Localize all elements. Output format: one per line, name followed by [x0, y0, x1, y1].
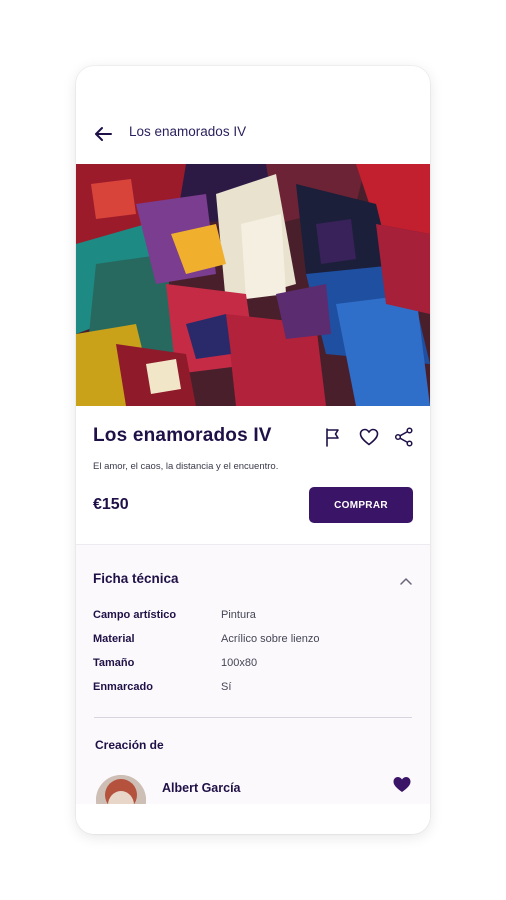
spec-value-framed: Sí — [221, 681, 232, 693]
phone-frame: Los enamorados IV Los enamorados IV El a… — [76, 66, 430, 834]
bottom-fade — [76, 804, 430, 834]
artwork-image-carousel[interactable] — [76, 164, 430, 406]
back-arrow-icon[interactable] — [92, 123, 114, 145]
app-bar-title: Los enamorados IV — [129, 124, 247, 139]
artwork-price: €150 — [93, 496, 129, 513]
spec-label-framed: Enmarcado — [93, 681, 153, 693]
spec-label-field: Campo artístico — [93, 609, 177, 621]
technical-sheet-title: Ficha técnica — [93, 571, 179, 586]
spec-value-material: Acrílico sobre lienzo — [221, 633, 320, 645]
section-divider — [94, 717, 412, 718]
spec-label-material: Material — [93, 633, 135, 645]
artwork-description: El amor, el caos, la distancia y el encu… — [93, 461, 279, 472]
spec-label-size: Tamaño — [93, 657, 135, 669]
share-icon[interactable] — [393, 426, 415, 448]
flag-icon[interactable] — [322, 426, 344, 448]
heart-outline-icon[interactable] — [358, 426, 380, 448]
chevron-up-icon[interactable] — [398, 575, 414, 587]
app-bar: Los enamorados IV — [76, 66, 430, 164]
heart-filled-icon[interactable] — [392, 775, 412, 793]
buy-button[interactable]: COMPRAR — [309, 487, 413, 523]
spec-value-size: 100x80 — [221, 657, 258, 669]
artist-name[interactable]: Albert García — [162, 781, 241, 795]
creator-section-title: Creación de — [95, 738, 164, 752]
artwork-title: Los enamorados IV — [93, 425, 272, 446]
technical-sheet-section: Ficha técnica Campo artístico Pintura Ma… — [76, 544, 430, 834]
spec-value-field: Pintura — [221, 609, 256, 621]
artwork-painting-image — [76, 164, 430, 406]
